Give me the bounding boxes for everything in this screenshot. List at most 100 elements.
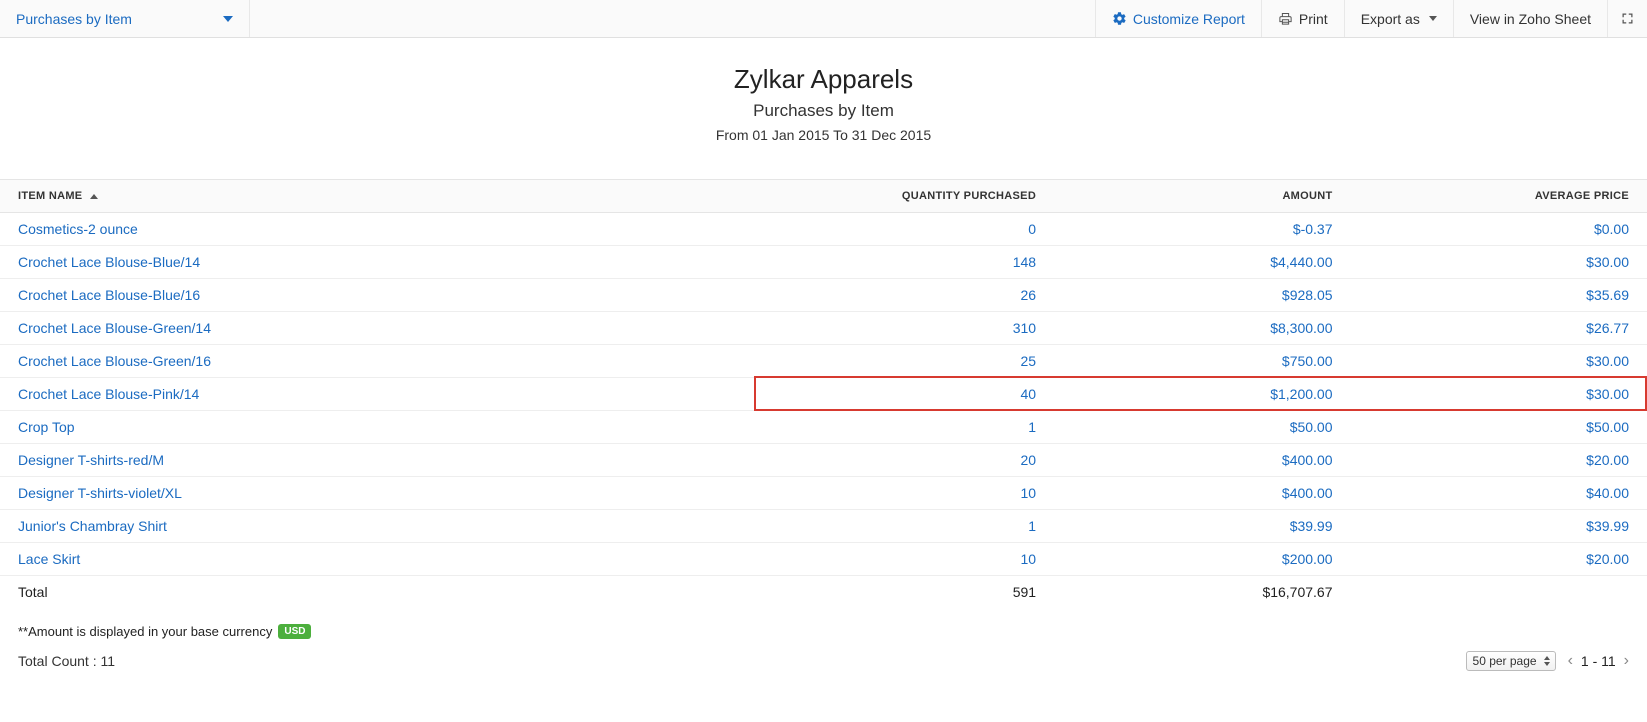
table-row: Cosmetics-2 ounce0$-0.37$0.00 xyxy=(0,213,1647,246)
cell-qty[interactable]: 0 xyxy=(758,213,1054,246)
cell-amount[interactable]: $-0.37 xyxy=(1054,213,1350,246)
customize-report-label: Customize Report xyxy=(1133,11,1245,27)
cell-item[interactable]: Crochet Lace Blouse-Pink/14 xyxy=(0,378,758,411)
expand-icon xyxy=(1620,11,1635,26)
cell-avg[interactable]: $30.00 xyxy=(1351,246,1647,279)
cell-item[interactable]: Crochet Lace Blouse-Blue/16 xyxy=(0,279,758,312)
total-count: Total Count : 11 xyxy=(18,653,115,669)
cell-qty[interactable]: 26 xyxy=(758,279,1054,312)
cell-amount[interactable]: $50.00 xyxy=(1054,411,1350,444)
currency-note-text: **Amount is displayed in your base curre… xyxy=(18,624,272,639)
pager: ‹ 1 - 11 › xyxy=(1568,652,1629,670)
pager-prev[interactable]: ‹ xyxy=(1568,652,1573,670)
table-row: Crochet Lace Blouse-Green/14310$8,300.00… xyxy=(0,312,1647,345)
cell-amount[interactable]: $400.00 xyxy=(1054,477,1350,510)
cell-qty[interactable]: 148 xyxy=(758,246,1054,279)
cell-avg[interactable]: $26.77 xyxy=(1351,312,1647,345)
company-name: Zylkar Apparels xyxy=(0,64,1647,95)
cell-amount[interactable]: $4,440.00 xyxy=(1054,246,1350,279)
total-amount: $16,707.67 xyxy=(1054,576,1350,609)
cell-qty[interactable]: 40 xyxy=(758,378,1054,411)
report-date-range: From 01 Jan 2015 To 31 Dec 2015 xyxy=(0,127,1647,143)
cell-amount[interactable]: $8,300.00 xyxy=(1054,312,1350,345)
sort-asc-icon xyxy=(90,194,98,199)
pager-range: 1 - 11 xyxy=(1581,653,1616,669)
cell-item[interactable]: Crochet Lace Blouse-Green/14 xyxy=(0,312,758,345)
view-zoho-sheet-button[interactable]: View in Zoho Sheet xyxy=(1453,0,1607,37)
cell-amount[interactable]: $928.05 xyxy=(1054,279,1350,312)
col-avg[interactable]: AVERAGE PRICE xyxy=(1351,180,1647,213)
report-selector[interactable]: Purchases by Item xyxy=(0,0,250,37)
cell-avg[interactable]: $20.00 xyxy=(1351,444,1647,477)
cell-qty[interactable]: 1 xyxy=(758,510,1054,543)
cell-item[interactable]: Designer T-shirts-violet/XL xyxy=(0,477,758,510)
total-label: Total xyxy=(0,576,758,609)
cell-avg[interactable]: $40.00 xyxy=(1351,477,1647,510)
currency-badge: USD xyxy=(278,624,311,639)
print-button[interactable]: Print xyxy=(1261,0,1344,37)
fullscreen-button[interactable] xyxy=(1607,0,1647,37)
cell-item[interactable]: Crochet Lace Blouse-Green/16 xyxy=(0,345,758,378)
cell-qty[interactable]: 10 xyxy=(758,477,1054,510)
cell-qty[interactable]: 20 xyxy=(758,444,1054,477)
table-header-row: ITEM NAME QUANTITY PURCHASED AMOUNT AVER… xyxy=(0,180,1647,213)
table-row: Crochet Lace Blouse-Blue/1626$928.05$35.… xyxy=(0,279,1647,312)
toolbar: Purchases by Item Customize Report Print… xyxy=(0,0,1647,38)
cell-avg[interactable]: $39.99 xyxy=(1351,510,1647,543)
cell-avg[interactable]: $30.00 xyxy=(1351,378,1647,411)
cell-amount[interactable]: $39.99 xyxy=(1054,510,1350,543)
chevron-down-icon xyxy=(1429,16,1437,21)
cell-avg[interactable]: $30.00 xyxy=(1351,345,1647,378)
total-qty: 591 xyxy=(758,576,1054,609)
cell-avg[interactable]: $20.00 xyxy=(1351,543,1647,576)
pager-next[interactable]: › xyxy=(1624,652,1629,670)
table-row: Crop Top1$50.00$50.00 xyxy=(0,411,1647,444)
table-row: Crochet Lace Blouse-Green/1625$750.00$30… xyxy=(0,345,1647,378)
footer-bar: Total Count : 11 50 per page ‹ 1 - 11 › xyxy=(0,645,1647,689)
cell-item[interactable]: Designer T-shirts-red/M xyxy=(0,444,758,477)
cell-item[interactable]: Crochet Lace Blouse-Blue/14 xyxy=(0,246,758,279)
table-row: Designer T-shirts-red/M20$400.00$20.00 xyxy=(0,444,1647,477)
cell-amount[interactable]: $200.00 xyxy=(1054,543,1350,576)
currency-note: **Amount is displayed in your base curre… xyxy=(0,608,1647,645)
table-row: Junior's Chambray Shirt1$39.99$39.99 xyxy=(0,510,1647,543)
per-page-select[interactable]: 50 per page xyxy=(1466,651,1556,671)
col-qty[interactable]: QUANTITY PURCHASED xyxy=(758,180,1054,213)
toolbar-spacer xyxy=(250,0,1095,37)
report-table: ITEM NAME QUANTITY PURCHASED AMOUNT AVER… xyxy=(0,179,1647,608)
cell-item[interactable]: Junior's Chambray Shirt xyxy=(0,510,758,543)
cell-qty[interactable]: 10 xyxy=(758,543,1054,576)
col-amount[interactable]: AMOUNT xyxy=(1054,180,1350,213)
cell-avg[interactable]: $35.69 xyxy=(1351,279,1647,312)
cell-avg[interactable]: $50.00 xyxy=(1351,411,1647,444)
cell-item[interactable]: Crop Top xyxy=(0,411,758,444)
customize-report-button[interactable]: Customize Report xyxy=(1095,0,1261,37)
cell-qty[interactable]: 1 xyxy=(758,411,1054,444)
total-avg xyxy=(1351,576,1647,609)
cell-item[interactable]: Cosmetics-2 ounce xyxy=(0,213,758,246)
table-total-row: Total591$16,707.67 xyxy=(0,576,1647,609)
cell-qty[interactable]: 310 xyxy=(758,312,1054,345)
report-header: Zylkar Apparels Purchases by Item From 0… xyxy=(0,38,1647,163)
cell-amount[interactable]: $1,200.00 xyxy=(1054,378,1350,411)
export-button[interactable]: Export as xyxy=(1344,0,1453,37)
table-row: Crochet Lace Blouse-Blue/14148$4,440.00$… xyxy=(0,246,1647,279)
report-table-wrap: ITEM NAME QUANTITY PURCHASED AMOUNT AVER… xyxy=(0,179,1647,608)
cell-item[interactable]: Lace Skirt xyxy=(0,543,758,576)
table-row: Crochet Lace Blouse-Pink/1440$1,200.00$3… xyxy=(0,378,1647,411)
cell-qty[interactable]: 25 xyxy=(758,345,1054,378)
export-label: Export as xyxy=(1361,11,1420,27)
gear-icon xyxy=(1112,11,1127,26)
cell-avg[interactable]: $0.00 xyxy=(1351,213,1647,246)
report-selector-label: Purchases by Item xyxy=(16,11,132,27)
chevron-down-icon xyxy=(223,16,233,22)
cell-amount[interactable]: $400.00 xyxy=(1054,444,1350,477)
view-zoho-sheet-label: View in Zoho Sheet xyxy=(1470,11,1591,27)
table-row: Designer T-shirts-violet/XL10$400.00$40.… xyxy=(0,477,1647,510)
col-item-name[interactable]: ITEM NAME xyxy=(0,180,758,213)
print-label: Print xyxy=(1299,11,1328,27)
cell-amount[interactable]: $750.00 xyxy=(1054,345,1350,378)
table-row: Lace Skirt10$200.00$20.00 xyxy=(0,543,1647,576)
report-title: Purchases by Item xyxy=(0,101,1647,121)
print-icon xyxy=(1278,11,1293,26)
